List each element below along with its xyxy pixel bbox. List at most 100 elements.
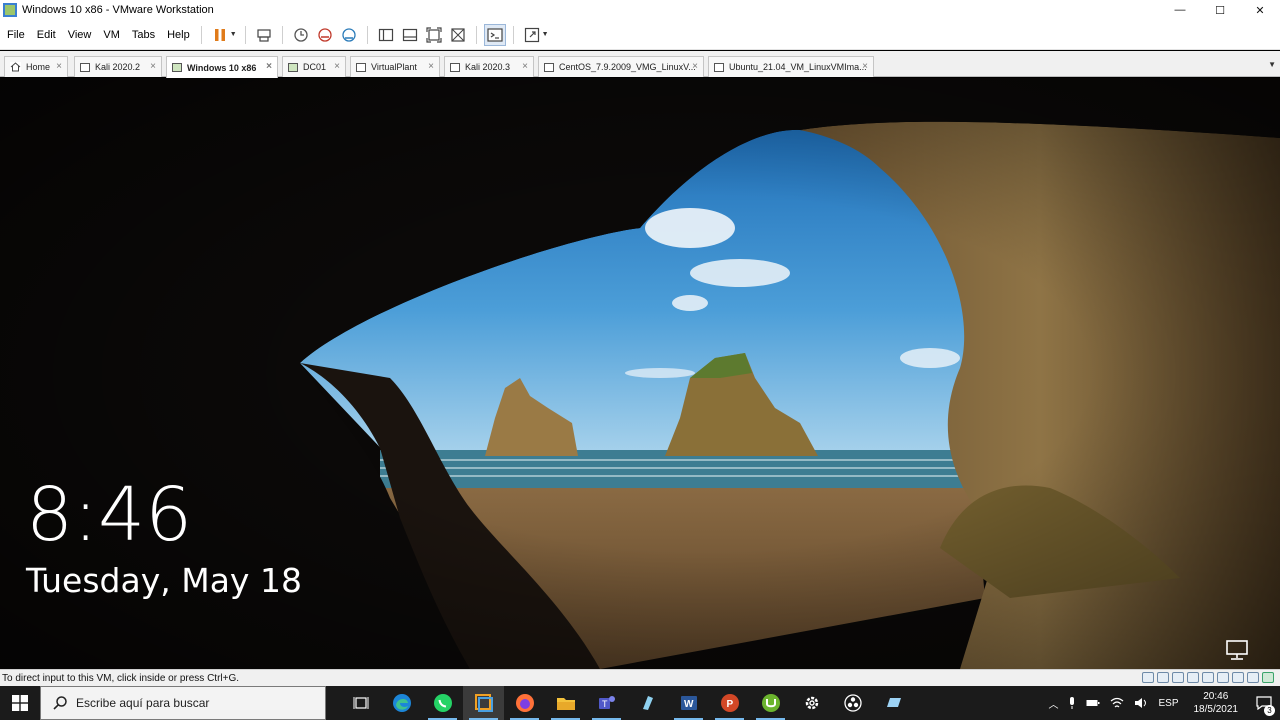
search-placeholder: Escribe aquí para buscar <box>76 696 210 710</box>
stretch-icon <box>524 27 539 42</box>
menu-view[interactable]: View <box>63 29 97 41</box>
microphone-icon[interactable] <box>1063 697 1081 709</box>
obs-button[interactable] <box>832 686 873 720</box>
teams-icon: T <box>598 696 615 709</box>
task-view-button[interactable] <box>340 686 381 720</box>
full-screen-button[interactable] <box>423 24 445 46</box>
take-snapshot-button[interactable] <box>290 24 312 46</box>
tab-label: Ubuntu_21.04_VM_LinuxVMIma... <box>729 62 867 72</box>
close-tab-icon[interactable]: × <box>150 61 156 72</box>
unity-icon <box>451 27 465 42</box>
word-button[interactable]: W <box>668 686 709 720</box>
send-ctrl-alt-del-button[interactable] <box>253 24 275 46</box>
utorrent-button[interactable] <box>750 686 791 720</box>
vmware-button[interactable] <box>463 686 504 720</box>
tab-virtualplant[interactable]: VirtualPlant × <box>350 56 440 77</box>
tab-list-dropdown-icon[interactable]: ▼ <box>1268 60 1276 69</box>
tab-kali-2020-2[interactable]: Kali 2020.2 × <box>74 56 162 77</box>
tab-windows-10-x86[interactable]: Windows 10 x86 × <box>166 56 278 78</box>
clock-date: 18/5/2021 <box>1193 704 1239 715</box>
stretch-guest-button[interactable] <box>521 24 543 46</box>
full-screen-icon <box>426 26 442 43</box>
pause-dropdown-icon[interactable]: ▼ <box>230 31 237 38</box>
show-hidden-icons-icon[interactable]: ︿ <box>1043 696 1063 711</box>
notification-count: 3 <box>1264 705 1275 716</box>
vm-display[interactable]: 8:46 Tuesday, May 18 <box>0 78 1280 669</box>
snapshot-manager-icon <box>342 27 356 42</box>
whatsapp-button[interactable] <box>422 686 463 720</box>
app-button[interactable] <box>627 686 668 720</box>
toolbar-separator <box>475 25 477 44</box>
edge-button[interactable] <box>381 686 422 720</box>
close-tab-icon[interactable]: × <box>862 61 868 72</box>
console-icon <box>487 27 503 42</box>
settings-button[interactable] <box>791 686 832 720</box>
vm-icon <box>356 62 366 72</box>
pause-button[interactable] <box>209 24 231 46</box>
tab-label: VirtualPlant <box>371 62 417 72</box>
tab-dc01[interactable]: DC01 × <box>282 56 346 77</box>
taskbar-search-box[interactable]: Escribe aquí para buscar <box>40 686 326 720</box>
snapshot-manager-button[interactable] <box>338 24 360 46</box>
settings-icon <box>805 696 818 710</box>
show-library-button[interactable] <box>375 24 397 46</box>
obs-icon <box>843 694 862 712</box>
close-tab-icon[interactable]: × <box>522 61 528 72</box>
system-tray: ︿ ESP 20:46 18/5/2021 3 <box>1043 686 1280 720</box>
menu-help[interactable]: Help <box>162 29 195 41</box>
menu-file[interactable]: File <box>2 29 30 41</box>
whatsapp-icon <box>433 694 452 712</box>
app2-button[interactable] <box>873 686 914 720</box>
menu-edit[interactable]: Edit <box>32 29 61 41</box>
network-adapter-2-icon[interactable] <box>1187 672 1199 683</box>
tab-ubuntu[interactable]: Ubuntu_21.04_VM_LinuxVMIma... × <box>708 56 874 77</box>
tab-label: DC01 <box>303 62 327 72</box>
close-button[interactable]: ✕ <box>1240 0 1280 20</box>
volume-icon[interactable] <box>1129 697 1153 709</box>
firefox-button[interactable] <box>504 686 545 720</box>
taskbar-clock[interactable]: 20:46 18/5/2021 <box>1184 690 1249 716</box>
utorrent-icon <box>761 694 780 712</box>
close-tab-icon[interactable]: × <box>692 61 698 72</box>
toolbar-separator <box>200 25 202 44</box>
file-explorer-button[interactable] <box>545 686 586 720</box>
powerpoint-button[interactable]: P <box>709 686 750 720</box>
network-adapter-icon[interactable] <box>1172 672 1184 683</box>
pause-icon <box>214 28 225 41</box>
wifi-icon[interactable] <box>1105 697 1129 709</box>
close-tab-icon[interactable]: × <box>266 61 272 72</box>
message-icon[interactable] <box>1262 672 1274 683</box>
input-language[interactable]: ESP <box>1153 698 1183 709</box>
close-tab-icon[interactable]: × <box>428 61 434 72</box>
tab-centos[interactable]: CentOS_7.9.2009_VMG_LinuxV... × <box>538 56 704 77</box>
close-tab-icon[interactable]: × <box>334 61 340 72</box>
hard-disk-icon[interactable] <box>1142 672 1154 683</box>
action-center-button[interactable]: 3 <box>1248 686 1280 720</box>
vmware-app-icon <box>3 3 17 17</box>
unity-button[interactable] <box>447 24 469 46</box>
tab-home[interactable]: Home × <box>4 56 68 77</box>
window-title: Windows 10 x86 - VMware Workstation <box>22 4 214 16</box>
display-icon[interactable] <box>1247 672 1259 683</box>
start-button[interactable] <box>0 686 40 720</box>
tab-kali-2020-3[interactable]: Kali 2020.3 × <box>444 56 534 77</box>
show-thumbnail-button[interactable] <box>399 24 421 46</box>
minimize-button[interactable]: — <box>1160 0 1200 20</box>
network-icon[interactable] <box>1224 639 1250 661</box>
revert-snapshot-button[interactable] <box>314 24 336 46</box>
menu-toolbar: File Edit View VM Tabs Help ▼ ▼ <box>0 20 1280 50</box>
menu-tabs[interactable]: Tabs <box>127 29 160 41</box>
close-tab-icon[interactable]: × <box>56 61 62 72</box>
sound-icon[interactable] <box>1217 672 1229 683</box>
battery-icon[interactable] <box>1081 698 1105 708</box>
cd-dvd-icon[interactable] <box>1157 672 1169 683</box>
app-icon <box>642 696 653 710</box>
usb-icon[interactable] <box>1202 672 1214 683</box>
stretch-dropdown-icon[interactable]: ▼ <box>542 31 549 38</box>
svg-text:T: T <box>602 699 608 709</box>
menu-vm[interactable]: VM <box>98 29 125 41</box>
console-view-button[interactable] <box>483 23 506 46</box>
teams-button[interactable]: T <box>586 686 627 720</box>
maximize-button[interactable]: ☐ <box>1200 0 1240 20</box>
printer-icon[interactable] <box>1232 672 1244 683</box>
